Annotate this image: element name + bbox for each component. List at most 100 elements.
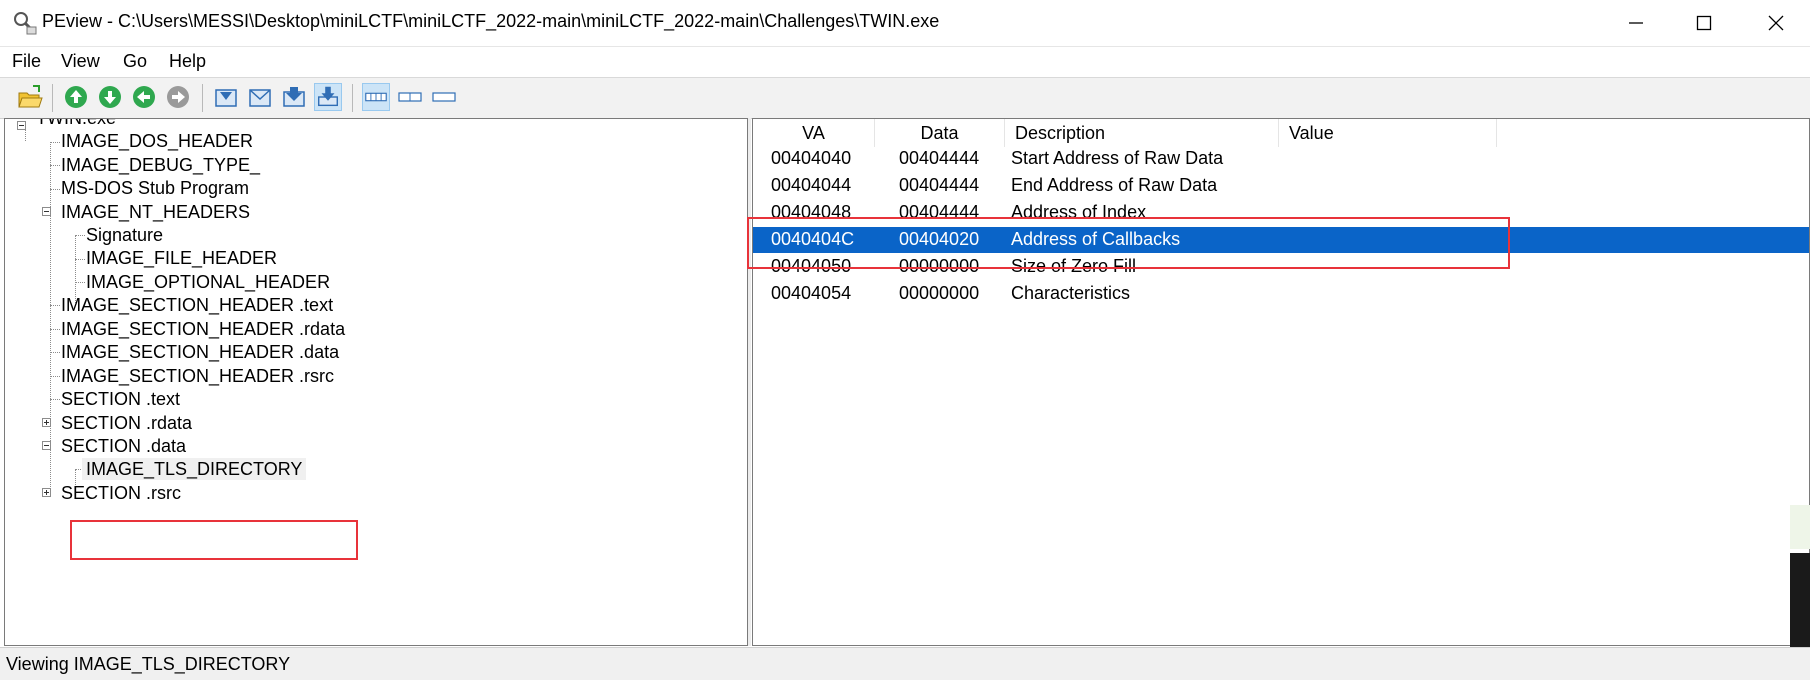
view-next-icon [283,87,305,107]
list-row[interactable]: 00404054 00000000 Characteristics [753,281,1809,307]
cell-data: 00404020 [899,229,980,249]
magnifier-pe-icon [14,12,37,35]
view-download-icon [318,86,338,107]
go-forward-icon [167,86,189,108]
tree-line [50,399,60,400]
list-row-selected[interactable]: 0040404C 00404020 Address of Callbacks [753,227,1809,253]
view-mail-icon [249,89,271,107]
menu-help[interactable]: Help [169,51,206,72]
tree-expand-toggle[interactable] [42,488,51,497]
menu-go[interactable]: Go [123,51,147,72]
go-back-button[interactable] [130,83,158,111]
go-up-button[interactable] [62,83,90,111]
list-row[interactable]: 00404048 00404444 Address of Index [753,200,1809,226]
tree-item-section-rdata[interactable]: SECTION .rdata [61,412,192,434]
cell-description: Address of Index [1011,202,1147,222]
toolbar [0,77,1810,119]
view-bytes-button[interactable] [362,83,390,111]
view-next-button[interactable] [280,83,308,111]
tree-item-section-data[interactable]: SECTION .data [61,435,186,457]
tree-item-section-header-data[interactable]: IMAGE_SECTION_HEADER .data [61,341,339,363]
open-button[interactable] [16,83,44,111]
go-up-icon [65,86,87,108]
maximize-icon [1696,15,1712,31]
close-icon [1768,15,1784,31]
cell-description: Size of Zero Fill [1011,256,1137,276]
go-forward-button[interactable] [164,83,192,111]
tree-item-image-debug-type[interactable]: IMAGE_DEBUG_TYPE_ [61,154,260,176]
view-download-button[interactable] [314,83,342,111]
title-bar: PEview - C:\Users\MESSI\Desktop\miniLCTF… [0,0,1810,46]
tree-line [75,235,85,236]
pane-splitter[interactable] [748,118,751,646]
tree-line [50,142,60,143]
cell-va: 00404048 [771,202,852,222]
maximize-button[interactable] [1676,0,1732,46]
tree-expand-toggle[interactable] [42,418,51,427]
column-header-value[interactable]: Value [1279,119,1497,147]
tree-root-twin-exe[interactable]: TWIN.exe [36,119,116,129]
tree-item-image-tls-directory[interactable]: IMAGE_TLS_DIRECTORY [82,458,307,480]
menu-view[interactable]: View [61,51,100,72]
cell-description: End Address of Raw Data [1011,175,1218,195]
minimize-button[interactable] [1608,0,1664,46]
tree-line [50,352,60,353]
cell-data: 00000000 [899,283,980,303]
tree-line [50,165,60,166]
tree-item-image-dos-header[interactable]: IMAGE_DOS_HEADER [61,130,253,152]
tree-collapse-toggle[interactable] [17,121,26,130]
structure-tree[interactable]: TWIN.exe IMAGE_DOS_HEADER IMAGE_DEBUG_TY… [4,118,748,646]
close-button[interactable] [1748,0,1804,46]
cell-description: Characteristics [1011,283,1131,303]
toolbar-separator [52,84,53,112]
edge-strip [1790,505,1810,549]
tree-item-ms-dos-stub[interactable]: MS-DOS Stub Program [61,177,249,199]
tree-item-image-nt-headers[interactable]: IMAGE_NT_HEADERS [61,201,250,223]
minimize-icon [1629,22,1643,24]
tree-item-image-optional-header[interactable]: IMAGE_OPTIONAL_HEADER [86,271,330,293]
toolbar-separator [202,84,203,112]
view-bytes-icon [365,92,387,102]
list-row[interactable]: 00404040 00404444 Start Address of Raw D… [753,146,1809,172]
open-file-icon [18,85,43,108]
toolbar-separator [352,84,353,112]
view-words-icon [398,92,422,102]
tree-collapse-toggle[interactable] [42,441,51,450]
tree-line [50,376,60,377]
tree-item-section-header-text[interactable]: IMAGE_SECTION_HEADER .text [61,294,333,316]
view-words-button[interactable] [396,83,424,111]
go-down-button[interactable] [96,83,124,111]
column-header-data[interactable]: Data [875,119,1005,147]
column-header-description[interactable]: Description [1005,119,1279,147]
list-row[interactable]: 00404050 00000000 Size of Zero Fill [753,254,1809,280]
tree-line [50,189,60,190]
status-text: Viewing IMAGE_TLS_DIRECTORY [6,654,291,674]
tree-item-section-rsrc[interactable]: SECTION .rsrc [61,482,181,504]
menu-file[interactable]: File [12,51,41,72]
list-header: VA Data Description Value [753,119,1809,147]
tree-line [50,305,60,306]
tree-line [25,129,26,141]
view-dwords-icon [432,92,456,102]
tree-collapse-toggle[interactable] [42,207,51,216]
cell-description: Address of Callbacks [1011,229,1181,249]
column-header-va[interactable]: VA [753,119,875,147]
tree-item-image-file-header[interactable]: IMAGE_FILE_HEADER [86,247,277,269]
list-row[interactable]: 00404044 00404444 End Address of Raw Dat… [753,173,1809,199]
tree-item-section-text[interactable]: SECTION .text [61,388,180,410]
tree-line [75,259,85,260]
tree-item-signature[interactable]: Signature [86,224,163,246]
cell-va: 00404054 [771,283,852,303]
view-mail-button[interactable] [246,83,274,111]
cell-va: 00404040 [771,148,852,168]
details-list[interactable]: VA Data Description Value 00404040 00404… [752,118,1810,646]
go-down-icon [99,86,121,108]
tree-item-section-header-rsrc[interactable]: IMAGE_SECTION_HEADER .rsrc [61,365,334,387]
cell-va: 00404044 [771,175,852,195]
view-first-button[interactable] [212,83,240,111]
tree-line [50,329,60,330]
cell-data: 00404444 [899,202,980,222]
tree-item-section-header-rdata[interactable]: IMAGE_SECTION_HEADER .rdata [61,318,345,340]
cell-description: Start Address of Raw Data [1011,148,1224,168]
view-dwords-button[interactable] [430,83,458,111]
